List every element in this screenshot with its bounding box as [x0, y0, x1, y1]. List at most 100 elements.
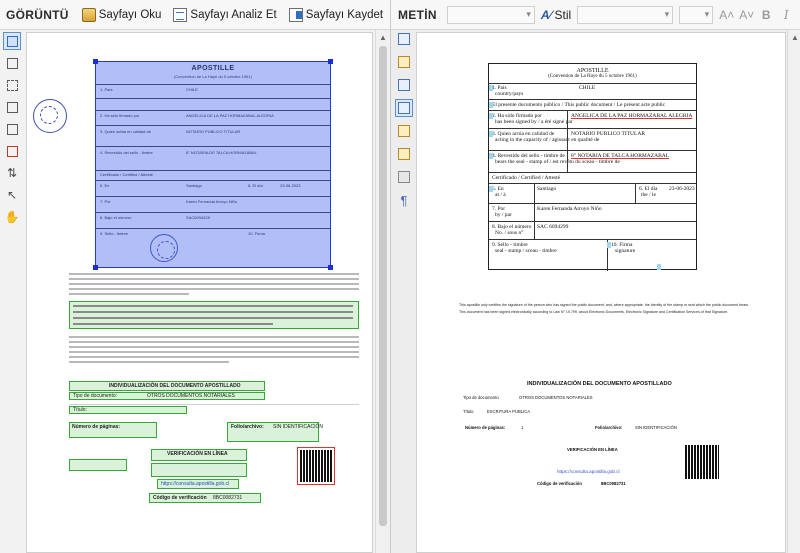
- r-title-value: ESCRITURA PUBLICA: [487, 409, 531, 414]
- r-cert-code-value: 8BC0082731: [601, 481, 626, 486]
- font-name-dropdown[interactable]: [446, 5, 535, 24]
- left-verify-title: VERIFICACIÓN EN LÍNEA: [167, 451, 228, 457]
- text-compare-tool[interactable]: [395, 168, 413, 186]
- recognized-apostille-table: APOSTILLE (Convention de La Haye du 5 oc…: [488, 63, 697, 271]
- r-title-label: Título: [463, 409, 474, 414]
- background-area-icon: [6, 123, 18, 135]
- text-panel-title: METİN: [398, 7, 437, 22]
- left-cert-code-label: Código de verificación: [153, 495, 207, 501]
- barcode-area-tool[interactable]: [3, 98, 21, 116]
- picture-area-tool[interactable]: [3, 54, 21, 72]
- order-areas-tool[interactable]: ⇅: [3, 164, 21, 182]
- left-folio-value: SIN IDENTIFICACIÓN: [273, 424, 324, 430]
- r-apostille-convention: (Convention de La Haye du 5 octobre 1961…: [548, 74, 637, 79]
- r-country-sub: country/pays: [495, 91, 524, 97]
- read-page-button[interactable]: Sayfayı Oku: [79, 6, 165, 24]
- delete-area-icon: [6, 145, 18, 157]
- qr-code-icon: [300, 450, 332, 482]
- font-size-dropdown[interactable]: [679, 5, 714, 24]
- barcode-area-icon: [6, 101, 18, 113]
- image-view-icon: [398, 56, 410, 68]
- order-areas-icon: ⇅: [6, 166, 18, 180]
- scroll-up-icon: ▲: [379, 33, 387, 42]
- analyze-page-label: Sayfayı Analiz Et: [190, 8, 277, 21]
- r-paragraph-2: This document has been signed electronic…: [459, 310, 729, 314]
- analyze-page-icon: [173, 7, 188, 22]
- left-cert-code-value: 8BC0082731: [213, 495, 243, 501]
- compare-icon: [398, 171, 410, 183]
- undo-icon: [398, 79, 410, 91]
- text-verify-tool[interactable]: [395, 122, 413, 140]
- hand-icon: ✋: [4, 210, 20, 224]
- r-doc-type-value: OTROS DOCUMENTOS NOTARIALES: [519, 395, 593, 400]
- left-title-label: Título:: [73, 407, 87, 413]
- r-signature-sub: signature: [615, 248, 636, 254]
- barcode-area[interactable]: [297, 447, 335, 485]
- image-tools-strip: ⇅ ↖ ✋: [3, 32, 23, 226]
- selected-text-area[interactable]: [93, 59, 333, 270]
- text-view-tool[interactable]: [395, 30, 413, 48]
- r-folio-value: SIN IDENTIFICACIÓN: [635, 425, 677, 430]
- left-doc-type-value: OTROS DOCUMENTOS NOTARIALES: [147, 393, 235, 399]
- text-layout-tool[interactable]: [395, 99, 413, 117]
- select-area-tool[interactable]: [3, 32, 21, 50]
- r-capacity-value: NOTARIO PUBLICO TITULAR: [571, 131, 646, 137]
- italic-button[interactable]: I: [779, 8, 793, 22]
- text-find-tool[interactable]: [395, 145, 413, 163]
- r-signed-value: ANGELICA DE LA PAZ HORMAZABAL ALEGRIA: [571, 113, 693, 119]
- left-doc-type-label: Tipo de documento:: [73, 393, 118, 399]
- r-certified-label: Certificado / Certified / Attesté: [492, 175, 561, 181]
- r-number-value: SAC 6094299: [537, 224, 569, 230]
- r-paragraph-1: This apostille only certifies the signat…: [459, 303, 750, 307]
- decrease-font-icon[interactable]: A˅: [739, 8, 754, 22]
- verify-icon: [398, 125, 410, 137]
- image-document-page: APOSTILLE (Convention de La Haye du 5 oc…: [26, 32, 373, 553]
- r-seal-value: 8° NOTARIA DE TALCA HORMAZABAL: [571, 153, 670, 159]
- image-panel-title: GÖRÜNTÜ: [6, 7, 69, 22]
- r-number-sub: No. / sous n°: [495, 230, 524, 236]
- page-view-icon: [398, 33, 410, 45]
- style-dropdown[interactable]: [577, 5, 674, 24]
- r-section-title: INDIVIDUALIZACIÓN DEL DOCUMENTO APOSTILL…: [527, 381, 672, 387]
- save-page-button[interactable]: Sayfayı Kaydet: [286, 6, 386, 24]
- read-page-icon: [81, 7, 96, 22]
- image-scrollbar[interactable]: ▲: [375, 30, 390, 553]
- r-place-value: Santiago: [537, 186, 557, 192]
- delete-area-tool[interactable]: [3, 142, 21, 160]
- style-label: Stil: [554, 7, 572, 22]
- notary-seal-icon: [33, 99, 67, 133]
- image-toolbar: GÖRÜNTÜ Sayfayı Oku Sayfayı Analiz Et Sa…: [0, 0, 390, 30]
- r-stamp-sub: seal - stamp / sceau - timbre: [495, 248, 557, 254]
- r-country-value: CHILE: [579, 85, 596, 91]
- paragraph-marks-tool[interactable]: ¶: [395, 191, 413, 209]
- text-undo-tool[interactable]: [395, 76, 413, 94]
- table-area-tool[interactable]: [3, 76, 21, 94]
- scroll-up-icon-right: ▲: [791, 33, 799, 42]
- pointer-tool[interactable]: ↖: [3, 186, 21, 204]
- pointer-icon: ↖: [6, 188, 18, 202]
- r-doc-type-label: Tipo de documento: [463, 395, 499, 400]
- r-cert-code-label: Código de verificación: [537, 481, 582, 486]
- text-tools-strip: ¶: [395, 30, 415, 209]
- left-verify-url: https://consulta.apostilla.gob.cl: [161, 481, 230, 487]
- left-small-area[interactable]: [69, 459, 127, 471]
- text-panel: METİN A⁄ Stil A˄ A˅ B I ¶ APOSTIL: [390, 0, 800, 553]
- r-verify-url[interactable]: https://consulta.apostilla.gob.cl: [557, 469, 620, 474]
- bold-button[interactable]: B: [759, 8, 773, 22]
- verify-body-area[interactable]: [151, 463, 247, 477]
- r-date-value: 23-06-2023: [669, 186, 695, 192]
- increase-font-icon[interactable]: A˄: [719, 8, 734, 22]
- text-image-tool[interactable]: [395, 53, 413, 71]
- background-area-tool[interactable]: [3, 120, 21, 138]
- image-panel: GÖRÜNTÜ Sayfayı Oku Sayfayı Analiz Et Sa…: [0, 0, 390, 553]
- text-scrollbar[interactable]: ▲: [787, 30, 800, 553]
- r-pages-label: Número de páginas:: [465, 425, 506, 430]
- pan-tool[interactable]: ✋: [3, 208, 21, 226]
- image-scroll-thumb[interactable]: [379, 46, 387, 526]
- r-public-doc-line: El presente documento público / This pub…: [492, 102, 666, 108]
- analyze-page-button[interactable]: Sayfayı Analiz Et: [170, 6, 279, 24]
- r-by-value: Karen Fernanda Arroyo Niño: [537, 206, 602, 212]
- r-place-sub: at / à: [495, 192, 506, 198]
- style-button[interactable]: A⁄ Stil: [541, 8, 571, 22]
- paragraph-icon: ¶: [400, 192, 408, 208]
